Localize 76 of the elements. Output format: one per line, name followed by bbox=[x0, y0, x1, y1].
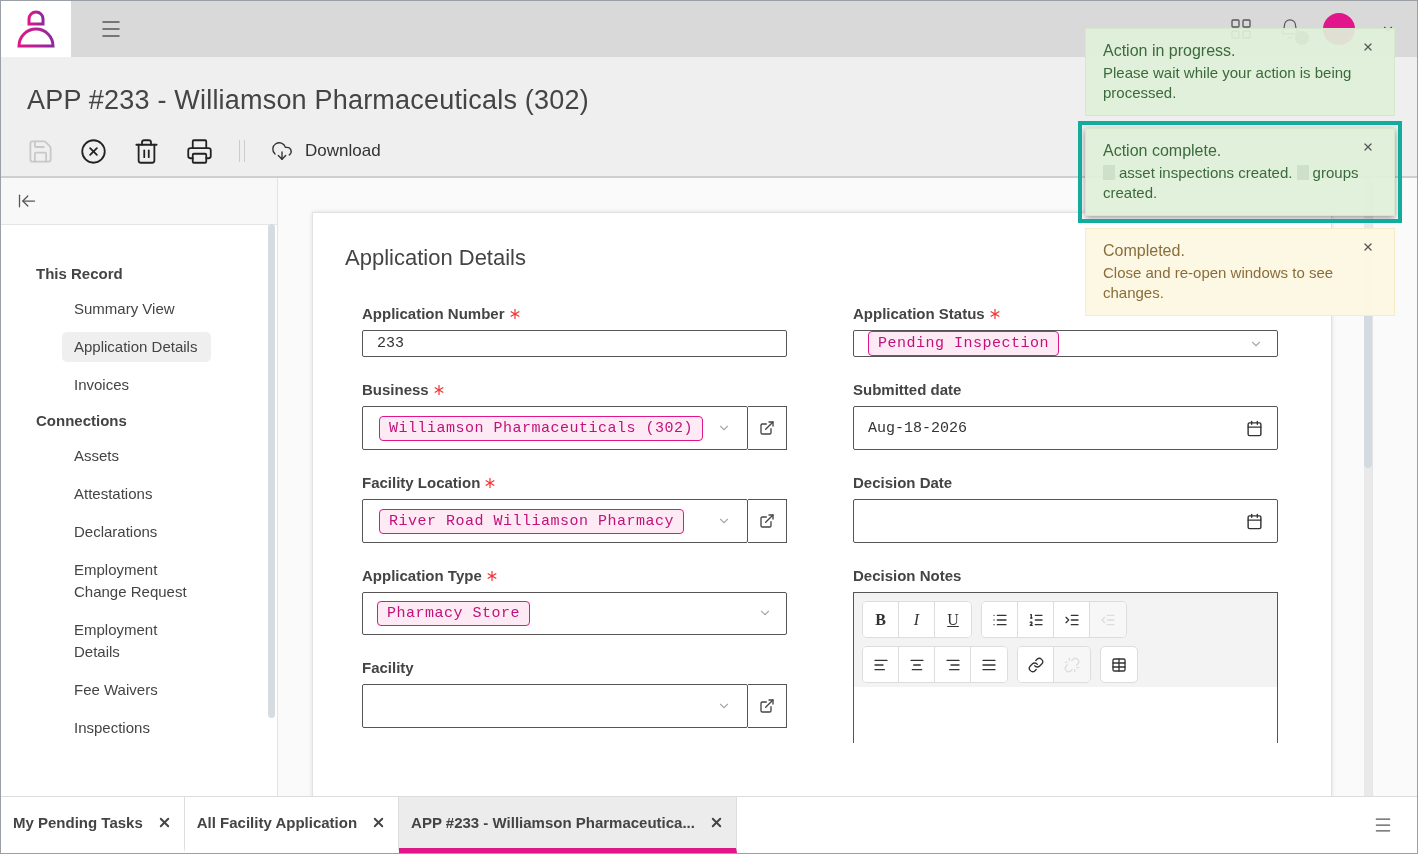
field-label: Business bbox=[362, 381, 429, 398]
open-record-button[interactable] bbox=[748, 499, 787, 543]
table-icon bbox=[1111, 656, 1127, 673]
lookup-field[interactable]: River Road Williamson Pharmacy bbox=[362, 499, 748, 543]
text-field[interactable]: 233 bbox=[362, 330, 787, 357]
cancel-button[interactable] bbox=[80, 137, 107, 165]
open-external-icon bbox=[759, 697, 775, 714]
field-label: Application Number bbox=[362, 305, 505, 322]
open-record-button[interactable] bbox=[748, 406, 787, 450]
sidebar-item[interactable]: Employment Details bbox=[62, 615, 211, 667]
field-label: Decision Date bbox=[853, 474, 953, 491]
align-left-button[interactable] bbox=[863, 647, 899, 682]
value-tag: Williamson Pharmaceuticals (302) bbox=[379, 415, 704, 441]
toast-title: Action complete. bbox=[1103, 141, 1222, 161]
unlink-icon bbox=[1064, 656, 1080, 673]
print-button[interactable] bbox=[186, 137, 213, 165]
calendar-icon bbox=[1246, 419, 1263, 437]
toast-message: Please wait while your action is being processed. bbox=[1103, 63, 1353, 103]
printer-icon bbox=[186, 137, 213, 165]
toast-message: asset inspections created. groups created. bbox=[1103, 163, 1360, 203]
page-title: APP #233 - Williamson Pharmaceuticals (302) bbox=[27, 85, 589, 116]
window-tab[interactable]: APP #233 - Williamson Pharmaceutica... bbox=[399, 797, 737, 853]
select-field[interactable]: Pending Inspection bbox=[853, 330, 1278, 357]
sidebar-item[interactable]: Declarations bbox=[62, 517, 211, 547]
field-label: Submitted date bbox=[853, 381, 962, 398]
download-button[interactable]: Download bbox=[271, 140, 381, 162]
open-record-button[interactable] bbox=[748, 683, 787, 728]
sidebar-item[interactable]: Fee Waivers bbox=[62, 675, 211, 705]
toast-message: Close and re-open windows to see changes. bbox=[1103, 263, 1335, 303]
bullet-list-button[interactable] bbox=[982, 602, 1018, 637]
close-icon bbox=[1362, 241, 1374, 253]
numbered-list-icon bbox=[1027, 611, 1044, 628]
sidebar-item[interactable]: Employment Change Request bbox=[62, 555, 211, 607]
table-button[interactable] bbox=[1100, 646, 1138, 683]
field-label: Facility bbox=[362, 658, 414, 676]
open-external-icon bbox=[759, 513, 775, 529]
lookup-field[interactable]: Williamson Pharmaceuticals (302) bbox=[362, 406, 748, 450]
sidebar-item[interactable]: Invoices bbox=[62, 370, 211, 400]
sidebar-section-title: This Record bbox=[36, 265, 123, 282]
link-button[interactable] bbox=[1018, 647, 1054, 682]
toast-title: Completed. bbox=[1103, 241, 1185, 261]
sidebar-item[interactable]: Attestations bbox=[62, 479, 211, 509]
bold-button[interactable]: B bbox=[863, 602, 899, 637]
lookup-field[interactable] bbox=[362, 683, 748, 728]
circle-x-icon bbox=[80, 137, 107, 165]
sidebar-section-title: Connections bbox=[36, 412, 127, 429]
close-toast-button[interactable] bbox=[1362, 41, 1374, 53]
open-external-icon bbox=[759, 420, 775, 436]
cloud-download-icon bbox=[271, 140, 293, 162]
sidebar-item[interactable]: Assets bbox=[62, 441, 211, 471]
trash-icon bbox=[133, 137, 160, 165]
field-label: Facility Location bbox=[362, 474, 481, 491]
field-label: Application Status bbox=[853, 305, 985, 322]
rich-text-editor[interactable]: B I U bbox=[853, 592, 1278, 743]
date-field[interactable]: Aug-18-2026 bbox=[853, 406, 1278, 450]
toast-title: Action in progress. bbox=[1103, 41, 1236, 61]
delete-button[interactable] bbox=[133, 137, 160, 165]
value-tag: River Road Williamson Pharmacy bbox=[379, 508, 685, 534]
scrollbar[interactable] bbox=[268, 224, 275, 718]
date-field[interactable] bbox=[853, 499, 1278, 543]
field-label: Decision Notes bbox=[853, 567, 962, 584]
sidebar-item[interactable]: Inspections bbox=[62, 713, 211, 743]
sidebar-item[interactable]: Application Details bbox=[62, 332, 211, 362]
calendar-icon bbox=[1246, 512, 1263, 530]
close-icon bbox=[1362, 141, 1374, 153]
value-tag: Pending Inspection bbox=[868, 331, 1060, 356]
close-toast-button[interactable] bbox=[1362, 241, 1374, 253]
close-toast-button[interactable] bbox=[1362, 141, 1374, 153]
select-field[interactable]: Pharmacy Store bbox=[362, 592, 787, 635]
sidebar-item[interactable]: Summary View bbox=[62, 294, 211, 324]
value-tag: Pharmacy Store bbox=[377, 600, 531, 626]
field-label: Application Type bbox=[362, 567, 482, 584]
link-icon bbox=[1027, 656, 1044, 673]
person-logo-icon bbox=[16, 10, 56, 48]
section-title: Application Details bbox=[345, 245, 526, 271]
close-icon bbox=[1362, 41, 1374, 53]
